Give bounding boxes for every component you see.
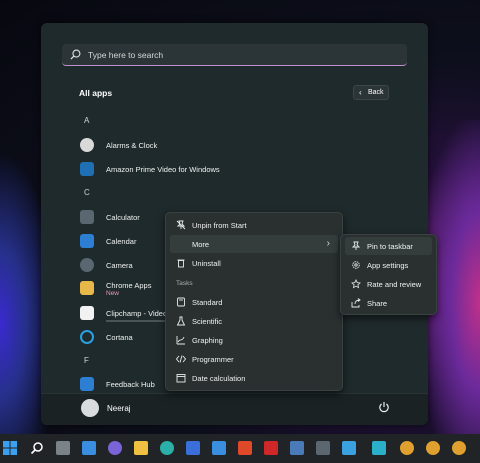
folder-icon[interactable]	[372, 441, 386, 455]
menu-item-uninstall[interactable]: Uninstall	[170, 254, 338, 272]
menu-item-label: App settings	[367, 261, 409, 270]
task-scientific[interactable]: Scientific	[170, 312, 338, 330]
unpin-icon	[176, 220, 186, 230]
chevron-left-icon: ‹	[359, 88, 362, 97]
app-icon[interactable]	[290, 441, 304, 455]
submenu-item-rate-and-review[interactable]: Rate and review	[345, 275, 432, 293]
letter-header-a[interactable]: A	[84, 116, 89, 125]
menu-item-label: Scientific	[192, 317, 223, 326]
chrome-icon[interactable]	[400, 441, 414, 455]
app-amazon-prime-video[interactable]: Amazon Prime Video for Windows	[78, 159, 358, 179]
menu-item-label: More	[192, 240, 210, 249]
app-label: Calendar	[106, 237, 137, 246]
file-explorer-icon[interactable]	[134, 441, 148, 455]
menu-item-label: Share	[367, 299, 388, 308]
search-icon[interactable]	[30, 441, 44, 455]
widgets-icon[interactable]	[82, 441, 96, 455]
app-label: Amazon Prime Video for Windows	[106, 165, 220, 174]
office-icon[interactable]	[238, 441, 252, 455]
chat-icon[interactable]	[108, 441, 122, 455]
search-icon	[70, 49, 81, 60]
cortana-icon	[80, 330, 94, 344]
app-alarms-clock[interactable]: Alarms & Clock	[78, 135, 358, 155]
tasks-header: Tasks	[176, 280, 193, 287]
submenu-item-share[interactable]: Share	[345, 294, 432, 312]
app-icon[interactable]	[264, 441, 278, 455]
app-label: Camera	[106, 261, 133, 270]
feedback-hub-icon	[80, 377, 94, 391]
task-standard[interactable]: Standard	[170, 293, 338, 311]
camera-icon	[80, 258, 94, 272]
search-input[interactable]: Type here to search	[88, 50, 163, 60]
app-label: Chrome Apps	[106, 281, 152, 290]
chevron-right-icon: ›	[326, 238, 330, 249]
letter-header-f[interactable]: F	[84, 356, 89, 365]
search-box[interactable]: Type here to search	[62, 44, 407, 66]
menu-item-label: Graphing	[192, 336, 223, 345]
pin-icon	[351, 241, 361, 250]
menu-item-label: Date calculation	[192, 374, 246, 383]
back-button[interactable]: ‹ Back	[353, 85, 389, 100]
photos-icon[interactable]	[212, 441, 226, 455]
task-view-icon[interactable]	[56, 441, 70, 455]
menu-item-unpin[interactable]: Unpin from Start	[170, 216, 338, 234]
menu-item-label: Uninstall	[192, 259, 221, 268]
menu-item-more[interactable]: More ›	[170, 235, 338, 253]
power-icon[interactable]	[378, 401, 390, 413]
calculator-icon	[80, 210, 94, 224]
more-submenu: Pin to taskbar App settings Rate and rev…	[340, 234, 437, 315]
app-label: Feedback Hub	[106, 380, 155, 389]
back-label: Back	[368, 89, 384, 96]
gear-icon	[352, 261, 360, 269]
submenu-item-app-settings[interactable]: App settings	[345, 256, 432, 274]
calculator-icon[interactable]	[316, 441, 330, 455]
folder-icon	[80, 281, 94, 295]
task-date-calculation[interactable]: Date calculation	[170, 369, 338, 387]
star-icon	[351, 279, 361, 289]
calendar-icon	[80, 234, 94, 248]
chrome-icon[interactable]	[426, 441, 440, 455]
clipchamp-icon	[80, 306, 94, 320]
app-label: Cortana	[106, 333, 133, 342]
letter-header-c[interactable]: C	[84, 188, 90, 197]
avatar[interactable]	[81, 399, 99, 417]
task-graphing[interactable]: Graphing	[170, 331, 338, 349]
notepad-icon[interactable]	[342, 441, 356, 455]
task-programmer[interactable]: Programmer	[170, 350, 338, 368]
clock-icon	[80, 138, 94, 152]
chrome-icon[interactable]	[452, 441, 466, 455]
submenu-item-pin-to-taskbar[interactable]: Pin to taskbar	[345, 237, 432, 255]
menu-item-label: Rate and review	[367, 280, 422, 289]
graph-icon	[176, 336, 185, 345]
user-bar	[41, 393, 428, 425]
app-label: Alarms & Clock	[106, 141, 158, 150]
trash-icon	[177, 259, 185, 268]
calendar-icon	[176, 374, 186, 383]
menu-item-label: Pin to taskbar	[367, 242, 413, 251]
share-icon	[351, 298, 361, 308]
prime-video-icon	[80, 162, 94, 176]
user-name[interactable]: Neeraj	[107, 404, 131, 413]
menu-item-label: Unpin from Start	[192, 221, 247, 230]
edge-icon[interactable]	[160, 441, 174, 455]
code-icon	[176, 355, 186, 363]
calculator-icon	[177, 297, 185, 307]
page-title: All apps	[79, 88, 113, 98]
flask-icon	[176, 316, 186, 326]
context-menu: Unpin from Start More › Uninstall Tasks …	[165, 212, 343, 391]
start-icon[interactable]	[3, 441, 17, 455]
new-badge: New	[106, 290, 120, 297]
app-label: Calculator	[106, 213, 140, 222]
menu-item-label: Programmer	[192, 355, 234, 364]
menu-item-label: Standard	[192, 298, 223, 307]
store-icon[interactable]	[186, 441, 200, 455]
